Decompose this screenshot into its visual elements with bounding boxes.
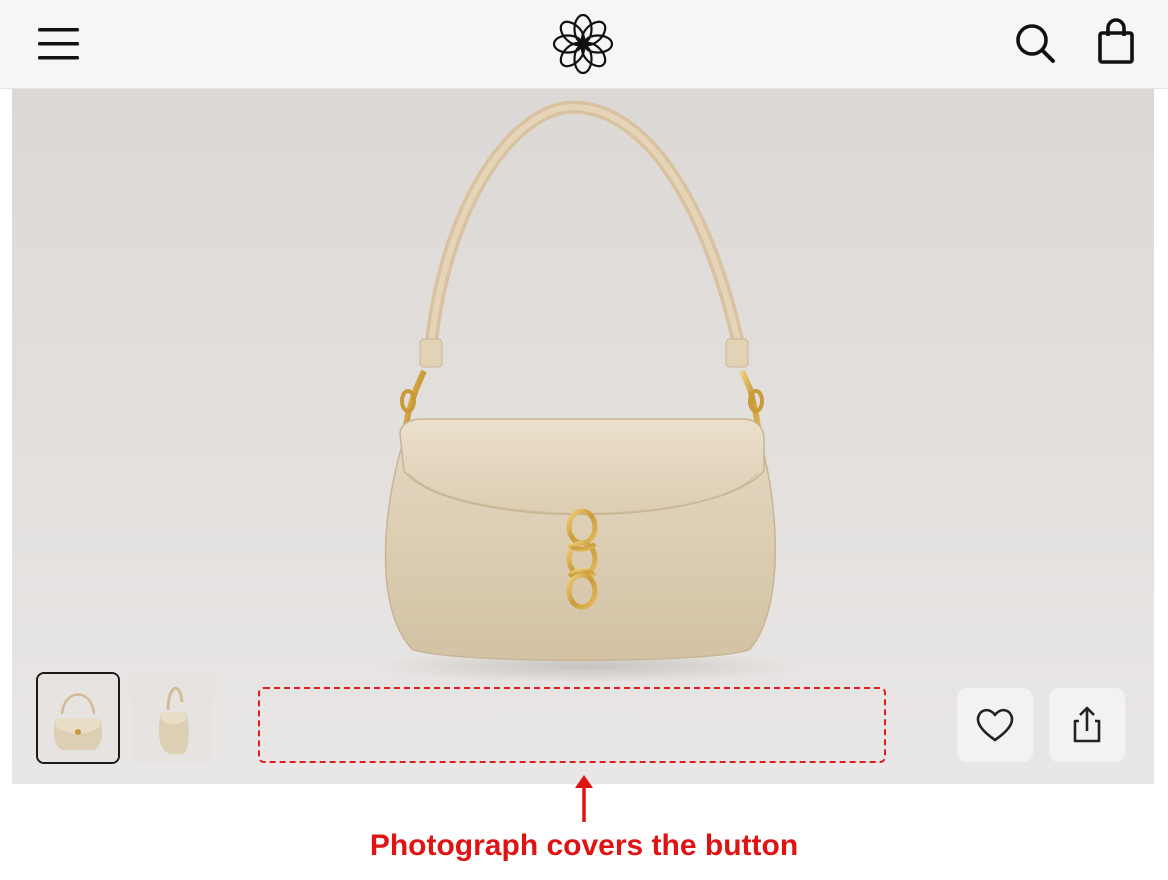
annotation-arrow-icon: [572, 772, 596, 824]
hamburger-menu-icon: [38, 28, 79, 60]
wishlist-button[interactable]: [957, 688, 1033, 762]
share-button[interactable]: [1049, 688, 1125, 762]
share-icon: [1073, 706, 1101, 743]
menu-button[interactable]: [30, 20, 88, 68]
hidden-covered-button[interactable]: [258, 687, 886, 763]
bag-thumbnail-image: [38, 674, 118, 762]
heart-icon: [976, 708, 1014, 742]
cart-button[interactable]: [1090, 16, 1142, 70]
thumbnail-side-view[interactable]: [132, 672, 212, 762]
bag-thumbnail-image: [132, 672, 212, 762]
annotation-label: Photograph covers the button: [369, 829, 799, 862]
top-header: [0, 0, 1168, 89]
thumbnail-front-view[interactable]: [36, 672, 120, 764]
brand-logo[interactable]: [548, 10, 618, 78]
shopping-bag-icon: [1098, 18, 1134, 64]
search-icon: [1016, 24, 1055, 63]
product-page: Photograph covers the button: [0, 0, 1168, 880]
search-button[interactable]: [1010, 18, 1062, 70]
flower-logo-icon: [552, 13, 614, 75]
